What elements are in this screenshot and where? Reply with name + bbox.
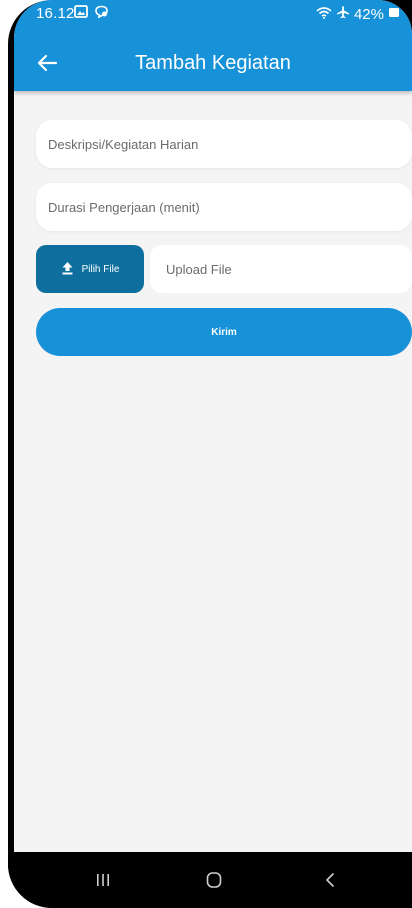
battery-icon [388,5,400,23]
phone-frame: 16.12 42% Tambah Kegiatan Deskripsi/Kegi… [8,0,412,908]
page-title: Tambah Kegiatan [135,52,291,74]
duration-field[interactable]: Durasi Pengerjaan (menit) [36,183,412,231]
status-right: 42% [316,5,400,23]
duration-placeholder: Durasi Pengerjaan (menit) [48,199,200,215]
airplane-icon [336,5,350,23]
pick-file-button[interactable]: Pilih File [36,245,144,293]
upload-icon [61,261,74,278]
back-icon[interactable] [320,870,340,890]
pick-file-label: Pilih File [81,263,120,275]
wifi-icon [316,6,332,23]
status-notifications [74,5,109,22]
upload-file-field[interactable]: Upload File [150,245,412,293]
battery-text: 42% [353,5,384,23]
gallery-icon [74,5,88,22]
status-bar: 16.12 42% [14,0,412,28]
app-bar: 16.12 42% Tambah Kegiatan [14,0,412,91]
system-nav-bar [8,852,412,908]
app-screen: 16.12 42% Tambah Kegiatan Deskripsi/Kegi… [14,0,412,852]
messenger-icon [94,5,109,22]
upload-row: Pilih File Upload File [36,245,412,293]
submit-button[interactable]: Kirim [36,308,412,356]
home-icon[interactable] [204,870,224,890]
recent-apps-icon[interactable] [93,870,113,890]
status-time: 16.12 [36,5,75,22]
submit-label: Kirim [211,326,237,338]
upload-placeholder: Upload File [166,261,232,277]
description-placeholder: Deskripsi/Kegiatan Harian [48,136,199,152]
description-field[interactable]: Deskripsi/Kegiatan Harian [36,120,412,168]
